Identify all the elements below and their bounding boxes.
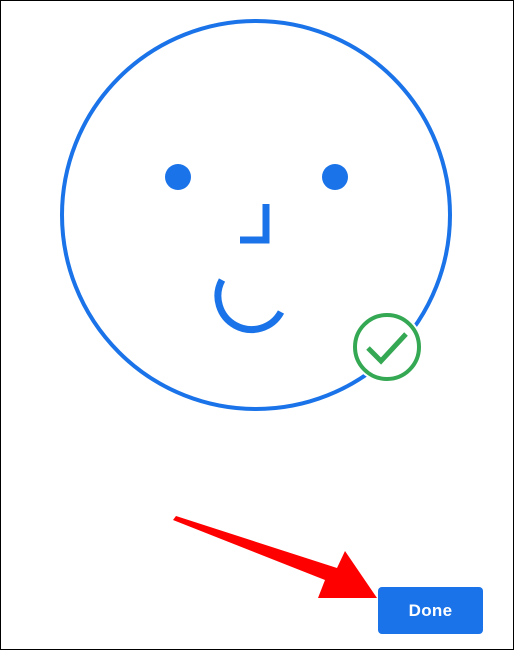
nose bbox=[240, 204, 270, 244]
check-circle-icon bbox=[351, 311, 423, 383]
left-eye bbox=[165, 164, 191, 190]
right-eye bbox=[322, 164, 348, 190]
mouth bbox=[214, 278, 285, 333]
done-button[interactable]: Done bbox=[378, 587, 483, 634]
face-unlock-illustration bbox=[60, 19, 452, 411]
